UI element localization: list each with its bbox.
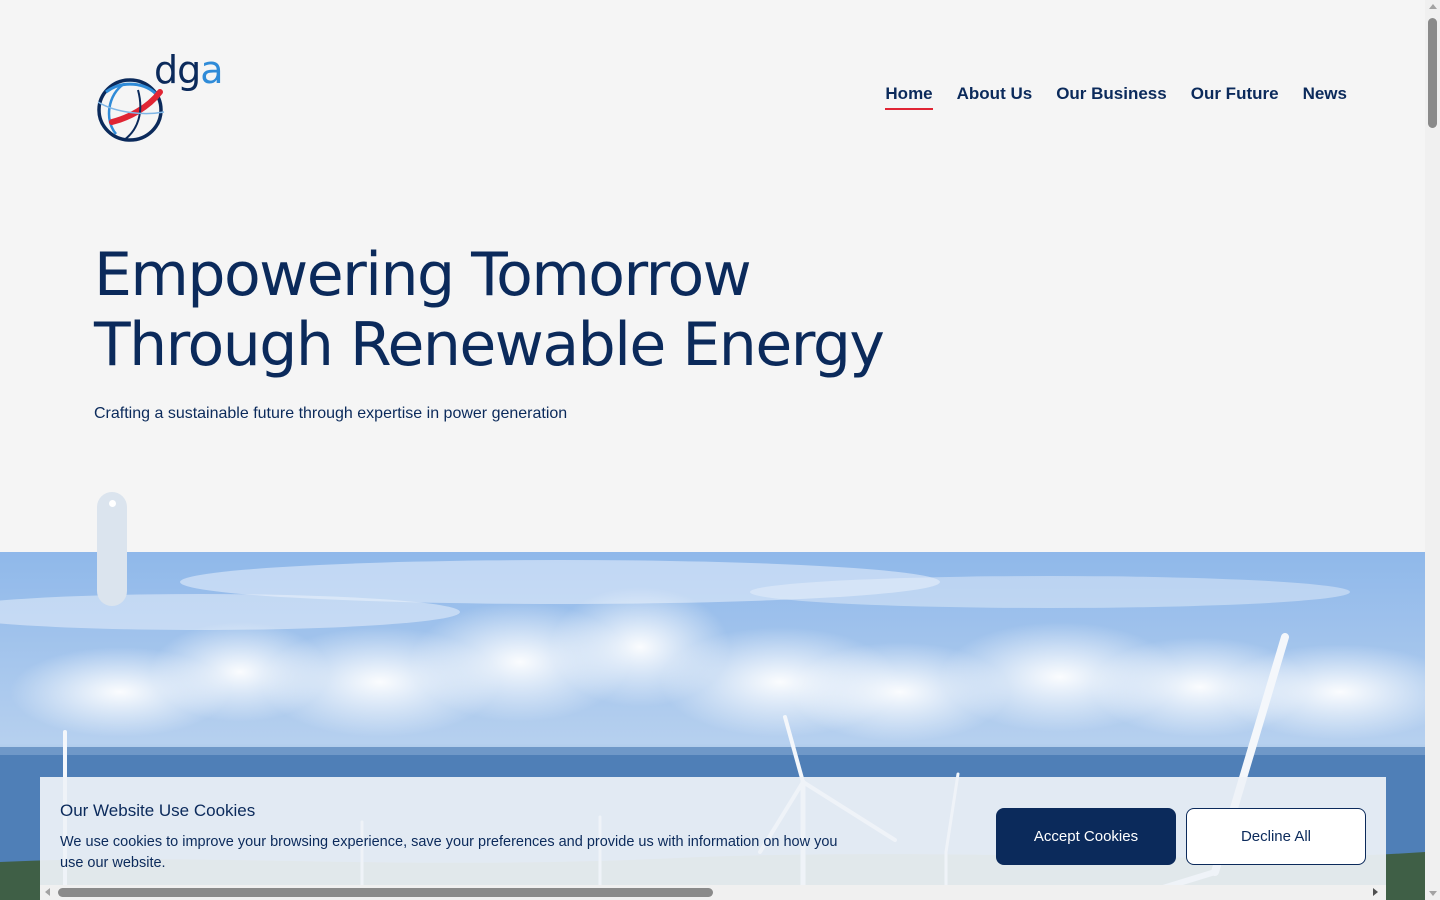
- hero-subtitle: Crafting a sustainable future through ex…: [94, 405, 568, 422]
- site-logo[interactable]: dga: [94, 46, 224, 146]
- scroll-right-arrow-icon[interactable]: [1373, 888, 1378, 896]
- nav-item-about-us[interactable]: About Us: [957, 84, 1033, 110]
- hero-title-line-1: Empowering Tomorrow: [94, 240, 752, 310]
- horizontal-scrollbar-thumb[interactable]: [58, 888, 713, 897]
- scroll-left-arrow-icon[interactable]: [45, 888, 50, 896]
- nav-item-our-future[interactable]: Our Future: [1191, 84, 1279, 110]
- cookie-consent-banner: Our Website Use Cookies We use cookies t…: [40, 777, 1386, 900]
- main-nav: Home About Us Our Business Our Future Ne…: [885, 84, 1347, 110]
- globe-logo-icon: [97, 78, 165, 142]
- scroll-indicator-dot: [109, 500, 116, 507]
- decline-all-button[interactable]: Decline All: [1186, 808, 1366, 865]
- cookie-banner-title: Our Website Use Cookies: [60, 801, 256, 820]
- horizontal-scrollbar[interactable]: [40, 885, 1386, 900]
- accept-cookies-button[interactable]: Accept Cookies: [996, 808, 1176, 865]
- scroll-down-indicator[interactable]: [97, 492, 127, 606]
- vertical-scrollbar[interactable]: [1425, 0, 1440, 900]
- hero-title-line-2: Through Renewable Energy: [94, 310, 885, 380]
- vertical-scrollbar-thumb[interactable]: [1428, 18, 1437, 128]
- cookie-banner-text: We use cookies to improve your browsing …: [60, 834, 838, 871]
- nav-item-news[interactable]: News: [1303, 84, 1347, 110]
- scroll-up-arrow-icon[interactable]: [1429, 4, 1437, 9]
- scroll-down-arrow-icon[interactable]: [1429, 891, 1437, 896]
- hero-title: Empowering Tomorrow Through Renewable En…: [94, 240, 954, 380]
- nav-item-our-business[interactable]: Our Business: [1056, 84, 1167, 110]
- page: dga Home About Us Our Business Our Futur…: [0, 0, 1425, 900]
- nav-item-home[interactable]: Home: [885, 84, 933, 110]
